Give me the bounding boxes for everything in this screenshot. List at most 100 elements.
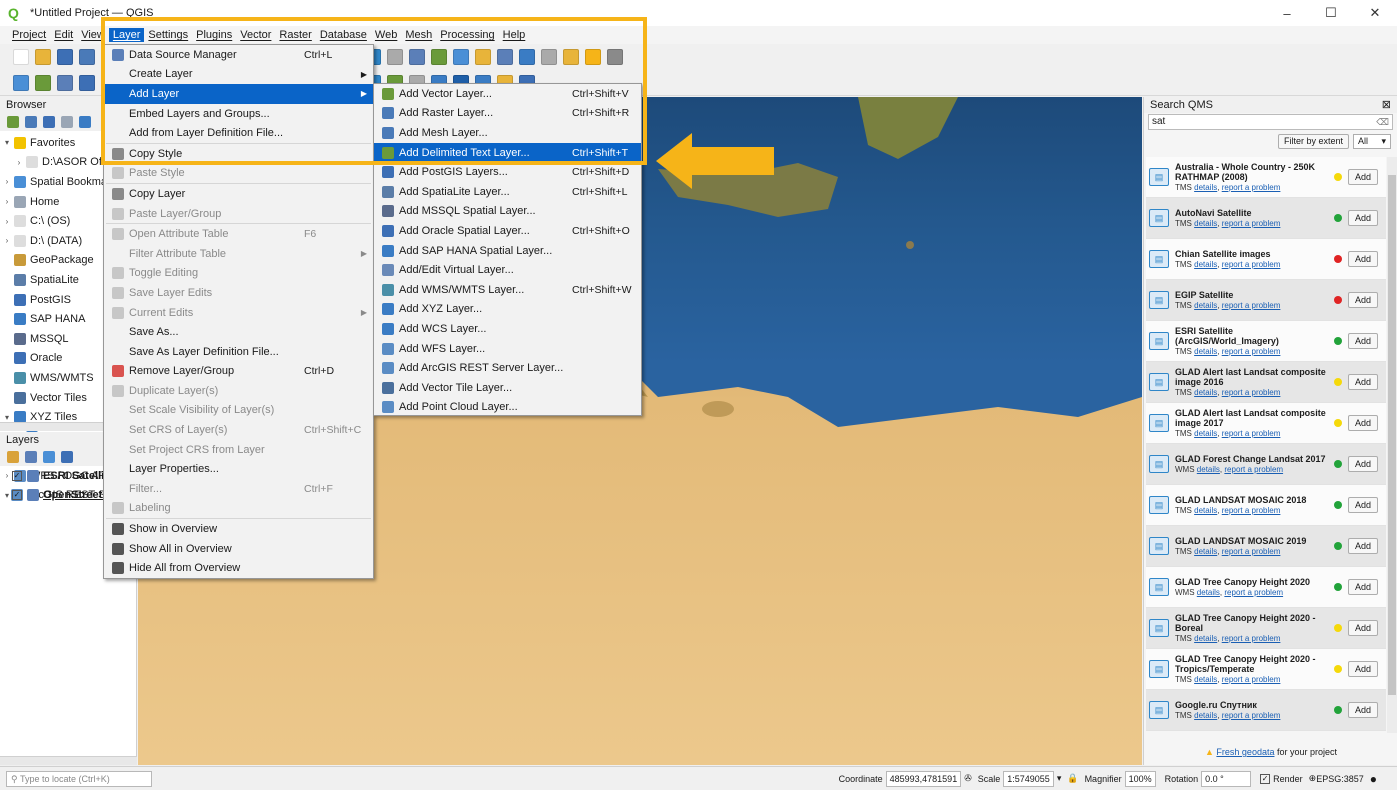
expand-arrow-icon[interactable]: ▾ — [2, 138, 12, 147]
layer-menu-item-set-project-crs-from-layer[interactable]: Set Project CRS from Layer — [104, 440, 373, 460]
submenu-item-add-wfs-layer[interactable]: Add WFS Layer... — [374, 339, 641, 359]
details-link[interactable]: details — [1194, 183, 1217, 192]
submenu-item-add-sap-hana-spatial-layer[interactable]: Add SAP HANA Spatial Layer... — [374, 241, 641, 261]
toolbar-button-icon[interactable] — [79, 49, 95, 65]
add-service-button[interactable]: Add — [1347, 169, 1378, 185]
submenu-item-add-point-cloud-layer[interactable]: Add Point Cloud Layer... — [374, 398, 641, 418]
layer-menu-item-set-scale-visibility-of-layer-s[interactable]: Set Scale Visibility of Layer(s) — [104, 401, 373, 421]
report-problem-link[interactable]: report a problem — [1222, 547, 1281, 556]
style-icon[interactable] — [7, 451, 19, 463]
collapse-all-icon[interactable] — [61, 116, 73, 128]
layer-menu-item-save-as-layer-definition-file[interactable]: Save As Layer Definition File... — [104, 342, 373, 362]
toggle-extents-icon[interactable]: ✇ — [964, 773, 972, 784]
rotation-field[interactable]: 0.0 ° — [1201, 770, 1252, 787]
add-service-button[interactable]: Add — [1347, 620, 1378, 636]
report-problem-link[interactable]: report a problem — [1222, 219, 1281, 228]
scale-field[interactable]: 1:5749055 — [1003, 770, 1054, 787]
details-link[interactable]: details — [1194, 429, 1217, 438]
add-selected-icon[interactable] — [7, 116, 19, 128]
report-problem-link[interactable]: report a problem — [1222, 301, 1281, 310]
submenu-item-add-xyz-layer[interactable]: Add XYZ Layer... — [374, 300, 641, 320]
layer-menu-item-remove-layer-group[interactable]: Remove Layer/Group Ctrl+D — [104, 362, 373, 382]
close-button[interactable]: ✕ — [1353, 0, 1397, 26]
toolbar-button-icon[interactable] — [13, 74, 29, 91]
toolbar-button-icon[interactable] — [35, 49, 51, 65]
report-problem-link[interactable]: report a problem — [1222, 388, 1281, 397]
qms-scrollbar[interactable] — [1387, 157, 1397, 733]
toolbar-button-icon[interactable] — [57, 49, 73, 65]
layer-visibility-checkbox[interactable]: ✓ — [12, 490, 22, 501]
layer-menu-item-save-as[interactable]: Save As... — [104, 322, 373, 342]
expand-arrow-icon[interactable]: › — [2, 236, 12, 245]
add-service-button[interactable]: Add — [1347, 456, 1378, 472]
submenu-item-add-arcgis-rest-server-layer[interactable]: Add ArcGIS REST Server Layer... — [374, 358, 641, 378]
add-service-button[interactable]: Add — [1347, 661, 1378, 677]
layer-menu-item-toggle-editing[interactable]: Toggle Editing — [104, 264, 373, 284]
expand-arrow-icon[interactable]: ▾ — [2, 413, 12, 422]
add-service-button[interactable]: Add — [1347, 210, 1378, 226]
layer-menu-item-filter[interactable]: Filter... Ctrl+F — [104, 479, 373, 499]
maximize-button[interactable]: ☐ — [1309, 0, 1353, 26]
menu-edit[interactable]: Edit — [50, 28, 77, 42]
toolbar-button-icon[interactable] — [79, 74, 95, 91]
details-link[interactable]: details — [1194, 711, 1217, 720]
submenu-item-add-mssql-spatial-layer[interactable]: Add MSSQL Spatial Layer... — [374, 202, 641, 222]
add-service-button[interactable]: Add — [1347, 538, 1378, 554]
submenu-item-add-oracle-spatial-layer[interactable]: Add Oracle Spatial Layer... Ctrl+Shift+O — [374, 221, 641, 241]
eye-icon[interactable] — [43, 451, 55, 463]
add-service-button[interactable]: Add — [1347, 497, 1378, 513]
scale-dropdown-icon[interactable]: ▾ — [1057, 773, 1062, 784]
details-link[interactable]: details — [1194, 219, 1217, 228]
layers-scrollbar[interactable] — [0, 756, 137, 765]
add-service-button[interactable]: Add — [1347, 374, 1378, 390]
add-service-button[interactable]: Add — [1347, 415, 1378, 431]
details-link[interactable]: details — [1194, 388, 1217, 397]
filter-by-extent-button[interactable]: Filter by extent — [1277, 134, 1349, 149]
fresh-geodata-link[interactable]: Fresh geodata — [1216, 747, 1274, 757]
details-link[interactable]: details — [1194, 506, 1217, 515]
details-link[interactable]: details — [1194, 675, 1217, 684]
details-link[interactable]: details — [1194, 301, 1217, 310]
report-problem-link[interactable]: report a problem — [1222, 675, 1281, 684]
add-service-button[interactable]: Add — [1347, 292, 1378, 308]
coordinate-field[interactable]: 485993,4781591 — [885, 770, 962, 787]
details-link[interactable]: details — [1197, 465, 1220, 474]
menu-project[interactable]: Project — [8, 28, 50, 42]
layer-menu-item-filter-attribute-table[interactable]: Filter Attribute Table ▶ — [104, 244, 373, 264]
toolbar-button-icon[interactable] — [57, 74, 73, 91]
report-problem-link[interactable]: report a problem — [1222, 711, 1281, 720]
add-service-button[interactable]: Add — [1347, 702, 1378, 718]
expand-arrow-icon[interactable]: ▾ — [2, 491, 12, 500]
layer-menu-item-layer-properties[interactable]: Layer Properties... — [104, 459, 373, 479]
layer-menu-item-duplicate-layer-s[interactable]: Duplicate Layer(s) — [104, 381, 373, 401]
submenu-item-add-wms-wmts-layer[interactable]: Add WMS/WMTS Layer... Ctrl+Shift+W — [374, 280, 641, 300]
filter-legend-icon[interactable] — [61, 451, 73, 463]
add-service-button[interactable]: Add — [1347, 579, 1378, 595]
submenu-item-add-wcs-layer[interactable]: Add WCS Layer... — [374, 319, 641, 339]
submenu-item-add-postgis-layers[interactable]: Add PostGIS Layers... Ctrl+Shift+D — [374, 162, 641, 182]
layer-menu-item-show-all-in-overview[interactable]: Show All in Overview — [104, 539, 373, 559]
clear-search-icon[interactable]: ⌫ — [1376, 115, 1389, 129]
report-problem-link[interactable]: report a problem — [1224, 465, 1283, 474]
lock-icon[interactable]: 🔒 — [1067, 773, 1078, 784]
qms-search-input[interactable]: sat ⌫ — [1148, 114, 1393, 130]
report-problem-link[interactable]: report a problem — [1222, 634, 1281, 643]
layer-menu-item-show-in-overview[interactable]: Show in Overview — [104, 519, 373, 539]
layer-menu-item-copy-layer[interactable]: Copy Layer — [104, 184, 373, 204]
crs-button[interactable]: EPSG:3857 — [1316, 774, 1364, 784]
expand-arrow-icon[interactable]: › — [2, 177, 12, 186]
submenu-item-add-spatialite-layer[interactable]: Add SpatiaLite Layer... Ctrl+Shift+L — [374, 182, 641, 202]
magnifier-field[interactable]: 100% — [1124, 770, 1156, 787]
messages-icon[interactable]: ● — [1370, 772, 1377, 786]
refresh-icon[interactable] — [25, 116, 37, 128]
report-problem-link[interactable]: report a problem — [1222, 260, 1281, 269]
layer-menu-item-hide-all-from-overview[interactable]: Hide All from Overview — [104, 558, 373, 578]
report-problem-link[interactable]: report a problem — [1222, 506, 1281, 515]
layer-menu-item-paste-layer-group[interactable]: Paste Layer/Group — [104, 204, 373, 224]
filter-icon[interactable] — [43, 116, 55, 128]
expand-arrow-icon[interactable]: › — [2, 217, 12, 226]
minimize-button[interactable]: – — [1265, 0, 1309, 26]
expand-arrow-icon[interactable]: › — [2, 197, 12, 206]
render-checkbox[interactable]: ✓ — [1260, 773, 1271, 784]
report-problem-link[interactable]: report a problem — [1222, 429, 1281, 438]
